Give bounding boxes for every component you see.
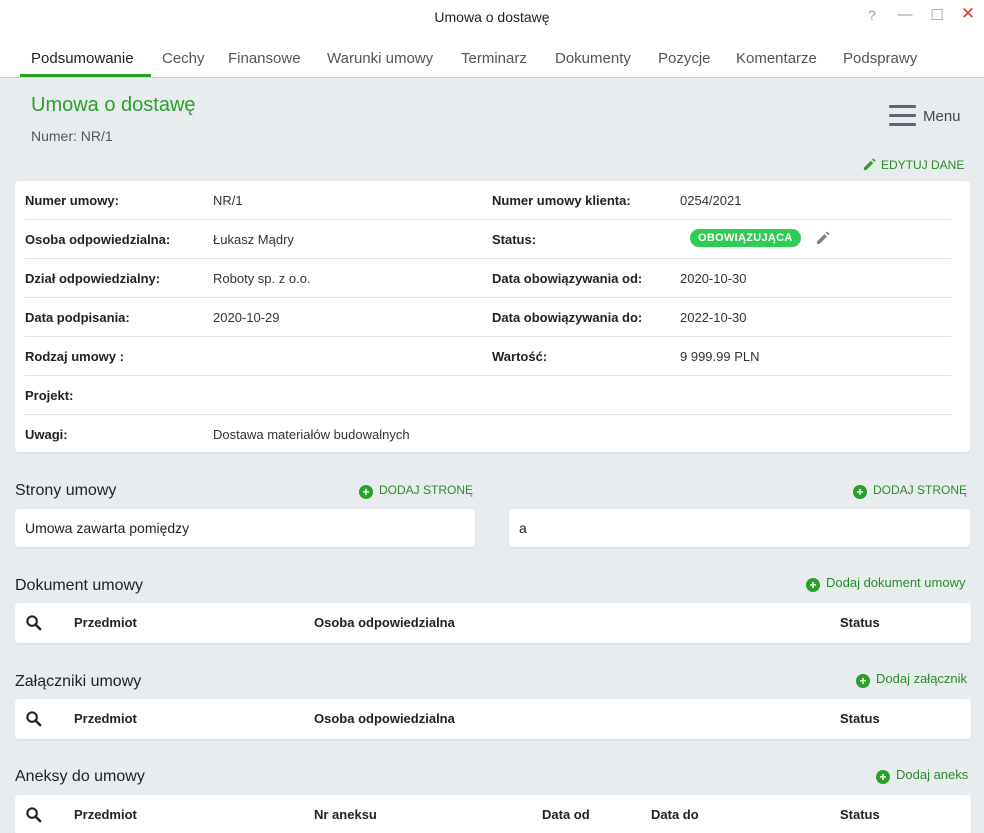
documents-table-header: Przedmiot Osoba odpowiedzialna Status [15,603,971,643]
tab-terminarz[interactable]: Terminarz [461,50,527,67]
value-value: 9 999.99 PLN [680,349,760,364]
add-party-label: DODAJ STRONĘ [873,483,968,497]
attachments-table-header: Przedmiot Osoba odpowiedzialna Status [15,699,971,739]
details-row: Dział odpowiedzialny: Roboty sp. z o.o. … [25,259,951,298]
label-value: Wartość: [492,349,548,364]
title-bar: Umowa o dostawę ? — ☐ ✕ [0,0,984,34]
column-header[interactable]: Osoba odpowiedzialna [314,711,455,726]
tab-komentarze[interactable]: Komentarze [736,50,817,67]
plus-circle-icon: + [853,485,867,499]
column-header[interactable]: Data od [542,807,590,822]
value-contract-number: NR/1 [213,193,243,208]
plus-circle-icon: + [856,674,870,688]
label-client-contract-number: Numer umowy klienta: [492,193,631,208]
main-content: Umowa o dostawę Numer: NR/1 Menu EDYTUJ … [0,78,984,833]
tab-bar: Podsumowanie Cechy Finansowe Warunki umo… [0,38,984,78]
plus-circle-icon: + [876,770,890,784]
tab-cechy[interactable]: Cechy [162,50,205,67]
minimize-icon[interactable]: — [896,6,914,23]
column-header[interactable]: Status [840,615,880,630]
party-left-card: Umowa zawarta pomiędzy [15,509,475,547]
add-document-label: Dodaj dokument umowy [826,575,966,590]
plus-circle-icon: + [359,485,373,499]
pencil-icon [863,158,876,171]
hamburger-icon [889,105,916,127]
search-icon[interactable] [25,614,42,631]
details-row: Uwagi: Dostawa materiałów budowalnych [25,415,951,454]
parties-title: Strony umowy [15,482,117,499]
contract-details-card: Numer umowy: NR/1 Numer umowy klienta: 0… [15,181,970,452]
party-right-text: a [519,520,527,536]
attachments-title: Załączniki umowy [15,673,142,690]
value-client-contract-number: 0254/2021 [680,193,742,208]
label-notes: Uwagi: [25,427,68,442]
window-title: Umowa o dostawę [434,9,550,25]
column-header[interactable]: Przedmiot [74,711,137,726]
details-row: Rodzaj umowy : Wartość: 9 999.99 PLN [25,337,951,376]
value-notes: Dostawa materiałów budowalnych [213,427,410,442]
add-party-label: DODAJ STRONĘ [379,483,474,497]
label-project: Projekt: [25,388,74,403]
details-row: Osoba odpowiedzialna: Łukasz Mądry Statu… [25,220,951,259]
column-header[interactable]: Przedmiot [74,615,137,630]
label-valid-from: Data obowiązywania od: [492,271,643,286]
tab-podsumowanie[interactable]: Podsumowanie [31,50,134,67]
annexes-table-header: Przedmiot Nr aneksu Data od Data do Stat… [15,795,971,833]
documents-title: Dokument umowy [15,577,144,594]
tab-finansowe[interactable]: Finansowe [228,50,301,67]
annexes-title: Aneksy do umowy [15,768,145,785]
plus-circle-icon: + [806,578,820,592]
maximize-icon[interactable]: ☐ [928,6,946,24]
label-department: Dział odpowiedzialny: [25,271,161,286]
value-signing-date: 2020-10-29 [213,310,280,325]
tab-dokumenty[interactable]: Dokumenty [555,50,631,67]
close-icon[interactable]: ✕ [959,4,977,24]
label-contract-type: Rodzaj umowy : [25,349,124,364]
details-row: Numer umowy: NR/1 Numer umowy klienta: 0… [25,181,951,220]
add-party-right-button[interactable]: + DODAJ STRONĘ [853,483,967,499]
add-document-button[interactable]: + Dodaj dokument umowy [806,575,965,592]
add-attachment-button[interactable]: + Dodaj załącznik [856,671,967,688]
page-title: Umowa o dostawę [31,94,196,116]
details-row: Data podpisania: 2020-10-29 Data obowiąz… [25,298,951,337]
value-valid-to: 2022-10-30 [680,310,747,325]
tab-podsprawy[interactable]: Podsprawy [843,50,917,67]
active-tab-indicator [20,74,151,77]
menu-label: Menu [923,108,961,125]
menu-button[interactable]: Menu [889,105,979,129]
details-row: Projekt: [25,376,951,415]
value-responsible-person: Łukasz Mądry [213,232,294,247]
value-department: Roboty sp. z o.o. [213,271,311,286]
party-right-card: a [509,509,970,547]
add-party-left-button[interactable]: + DODAJ STRONĘ [359,483,473,499]
label-responsible-person: Osoba odpowiedzialna: [25,232,171,247]
edit-data-button[interactable]: EDYTUJ DANE [862,157,964,172]
help-icon[interactable]: ? [863,7,881,23]
add-annex-label: Dodaj aneks [896,767,969,782]
column-header[interactable]: Data do [651,807,699,822]
column-header[interactable]: Status [840,711,880,726]
edit-status-icon[interactable] [815,230,831,246]
value-valid-from: 2020-10-30 [680,271,747,286]
column-header[interactable]: Przedmiot [74,807,137,822]
status-badge: OBOWIĄZUJĄCA [690,229,801,247]
column-header[interactable]: Nr aneksu [314,807,377,822]
column-header[interactable]: Osoba odpowiedzialna [314,615,455,630]
contract-number: Numer: NR/1 [31,128,113,144]
tab-warunki-umowy[interactable]: Warunki umowy [327,50,433,67]
label-status: Status: [492,232,537,247]
column-header[interactable]: Status [840,807,880,822]
add-annex-button[interactable]: + Dodaj aneks [876,767,968,784]
edit-data-label: EDYTUJ DANE [881,158,965,172]
add-attachment-label: Dodaj załącznik [876,671,968,686]
label-contract-number: Numer umowy: [25,193,119,208]
search-icon[interactable] [25,806,42,823]
search-icon[interactable] [25,710,42,727]
party-left-text: Umowa zawarta pomiędzy [25,520,190,536]
label-signing-date: Data podpisania: [25,310,130,325]
label-valid-to: Data obowiązywania do: [492,310,643,325]
tab-pozycje[interactable]: Pozycje [658,50,711,67]
